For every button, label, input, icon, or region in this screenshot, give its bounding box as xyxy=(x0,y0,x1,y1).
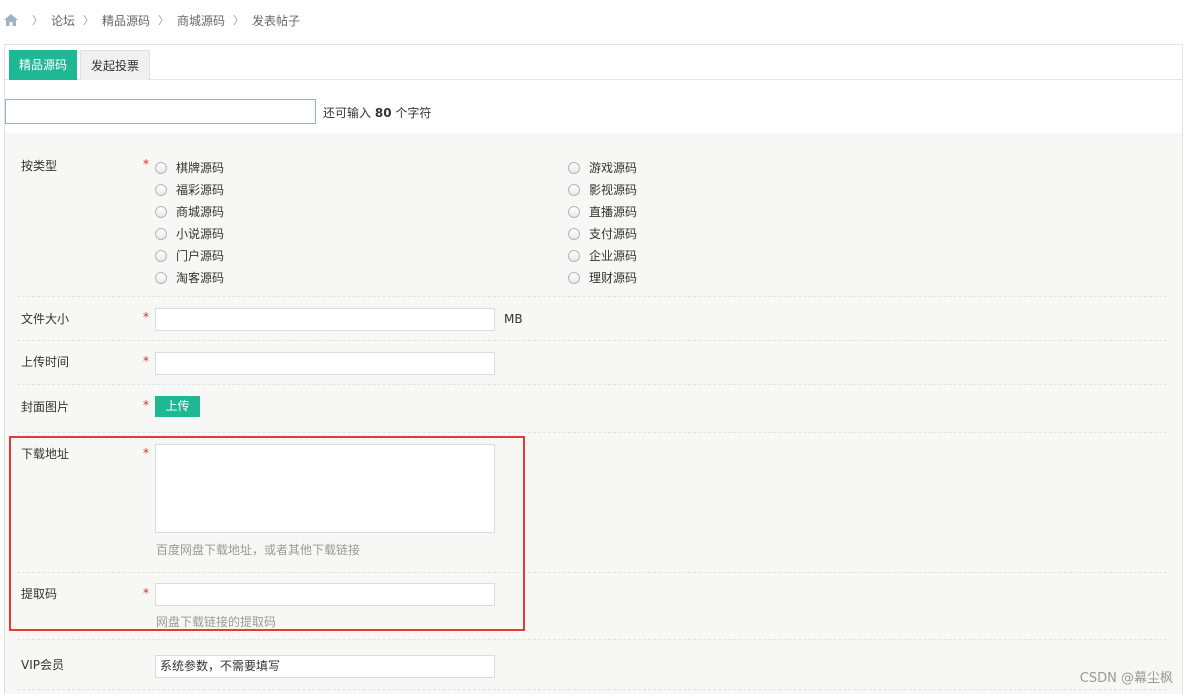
category-option[interactable]: 支付源码 xyxy=(568,225,637,242)
radio-icon[interactable] xyxy=(568,183,580,196)
vip-input[interactable]: 系统参数，不需要填写 xyxy=(155,655,495,678)
tab-start-poll[interactable]: 发起投票 xyxy=(80,50,150,80)
watermark: CSDN @幕尘枫 xyxy=(1079,671,1173,686)
radio-icon[interactable] xyxy=(568,227,580,240)
row-divider xyxy=(17,340,1167,341)
upload-cover-button[interactable]: 上传 xyxy=(155,396,200,417)
required-mark: * xyxy=(143,354,149,368)
file-size-input[interactable] xyxy=(155,308,495,331)
radio-icon[interactable] xyxy=(155,227,167,240)
radio-icon[interactable] xyxy=(568,249,580,262)
row-divider xyxy=(17,689,1167,690)
counter-remaining: 80 xyxy=(374,106,392,120)
radio-icon[interactable] xyxy=(155,205,167,218)
post-type-tabs: 精品源码 发起投票 xyxy=(4,44,1183,80)
file-size-unit: MB xyxy=(504,312,523,326)
radio-icon[interactable] xyxy=(568,161,580,174)
upload-time-input[interactable] xyxy=(155,352,495,375)
breadcrumb-link-mall-source[interactable]: 商城源码 xyxy=(177,12,225,29)
category-option[interactable]: 游戏源码 xyxy=(568,159,637,176)
highlight-box xyxy=(9,436,525,631)
counter-suffix: 个字符 xyxy=(395,106,432,120)
breadcrumb-link-forum[interactable]: 论坛 xyxy=(51,12,75,29)
upload-time-label: 上传时间 xyxy=(21,355,70,369)
required-mark: * xyxy=(143,398,149,412)
row-divider xyxy=(17,384,1167,385)
category-option[interactable]: 棋牌源码 xyxy=(155,159,224,176)
home-icon[interactable] xyxy=(4,14,18,26)
radio-icon[interactable] xyxy=(155,161,167,174)
radio-icon[interactable] xyxy=(155,249,167,262)
chevron-right-icon: 〉 xyxy=(233,14,245,27)
chevron-right-icon: 〉 xyxy=(83,14,95,27)
category-option[interactable]: 商城源码 xyxy=(155,203,224,220)
file-size-label: 文件大小 xyxy=(21,312,70,326)
category-option[interactable]: 企业源码 xyxy=(568,247,637,264)
subject-char-counter: 还可输入 80 个字符 xyxy=(323,104,431,121)
counter-prefix: 还可输入 xyxy=(323,106,372,120)
category-option[interactable]: 淘客源码 xyxy=(155,269,224,286)
cover-image-label: 封面图片 xyxy=(21,400,70,414)
category-option[interactable]: 小说源码 xyxy=(155,225,224,242)
required-mark: * xyxy=(143,157,149,171)
category-option[interactable]: 门户源码 xyxy=(155,247,224,264)
subject-row: 还可输入 80 个字符 xyxy=(4,80,1183,133)
chevron-right-icon: 〉 xyxy=(158,14,170,27)
radio-icon[interactable] xyxy=(155,271,167,284)
breadcrumb: 〉 论坛 〉 精品源码 〉 商城源码 〉 发表帖子 xyxy=(4,10,300,30)
row-divider xyxy=(17,296,1167,297)
row-divider xyxy=(17,432,1167,433)
radio-icon[interactable] xyxy=(155,183,167,196)
subject-input[interactable] xyxy=(5,99,316,124)
breadcrumb-link-premium-source[interactable]: 精品源码 xyxy=(102,12,150,29)
vip-label: VIP会员 xyxy=(21,658,64,672)
row-divider xyxy=(17,639,1167,640)
category-option[interactable]: 影视源码 xyxy=(568,181,637,198)
breadcrumb-current: 发表帖子 xyxy=(252,13,301,28)
radio-icon[interactable] xyxy=(568,271,580,284)
category-option[interactable]: 理财源码 xyxy=(568,269,637,286)
category-label: 按类型 xyxy=(21,159,58,173)
radio-icon[interactable] xyxy=(568,205,580,218)
chevron-right-icon: 〉 xyxy=(32,14,43,27)
required-mark: * xyxy=(143,310,149,324)
category-option[interactable]: 直播源码 xyxy=(568,203,637,220)
tab-premium-source[interactable]: 精品源码 xyxy=(9,50,77,80)
category-option[interactable]: 福彩源码 xyxy=(155,181,224,198)
